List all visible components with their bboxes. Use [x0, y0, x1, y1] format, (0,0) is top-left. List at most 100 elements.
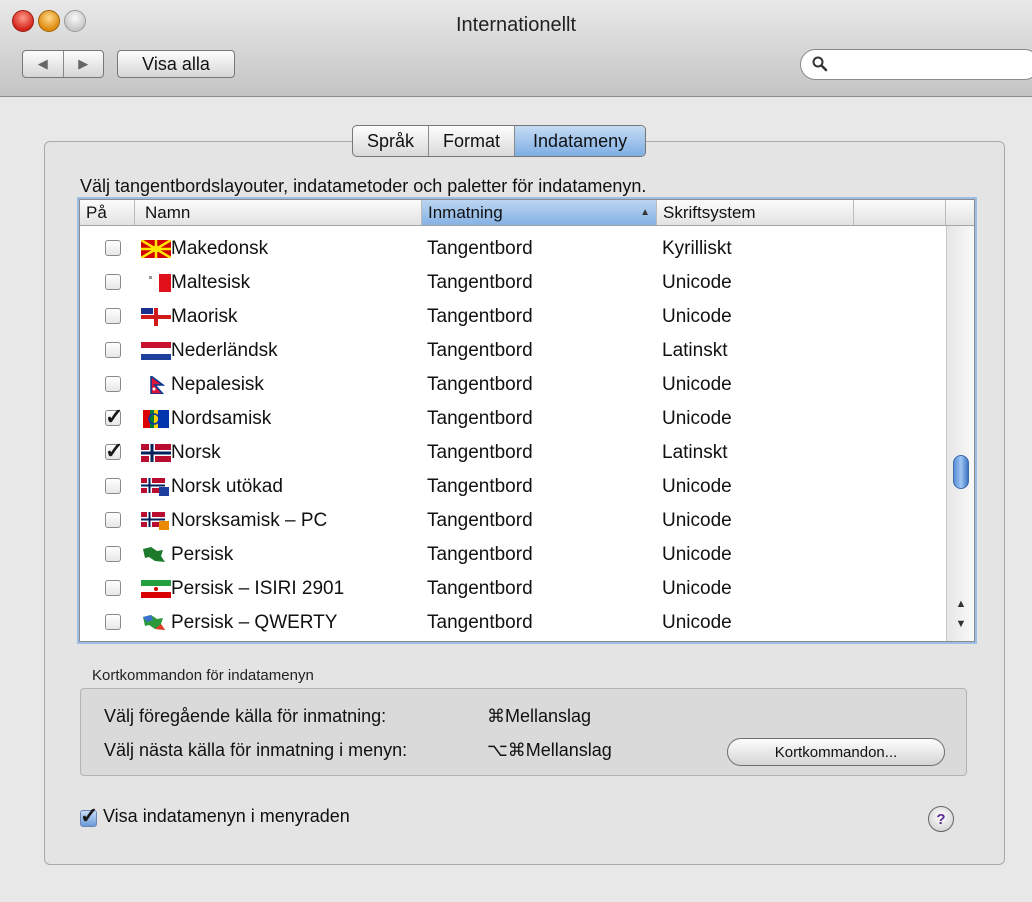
- row-checkbox[interactable]: [105, 478, 121, 494]
- row-script: Unicode: [662, 476, 732, 497]
- maori-flag-icon: [141, 308, 171, 326]
- back-icon[interactable]: ◀: [23, 51, 64, 77]
- next-source-shortcut: ⌥⌘Mellanslag: [487, 740, 612, 760]
- row-checkbox[interactable]: [105, 580, 121, 596]
- tab-format[interactable]: Format: [429, 126, 516, 156]
- row-checkbox[interactable]: [105, 308, 121, 324]
- scrollbar-thumb[interactable]: [953, 455, 969, 489]
- row-input-type: Tangentbord: [427, 510, 533, 531]
- row-name: Nepalesisk: [171, 374, 264, 395]
- persian-map-icon: [143, 547, 165, 562]
- tab-language[interactable]: Språk: [353, 126, 430, 156]
- tab-input-menu[interactable]: Indatameny: [515, 126, 646, 156]
- checkmark-icon: ✓: [105, 404, 124, 429]
- tab-bar: Språk Format Indatameny: [352, 125, 647, 157]
- shortcuts-group-label: Kortkommandon för indatamenyn: [92, 667, 314, 684]
- search-input[interactable]: [800, 49, 1032, 80]
- row-checkbox[interactable]: [105, 614, 121, 630]
- table-row[interactable]: Persisk Tangentbord Unicode: [80, 538, 946, 572]
- row-name: Norsk utökad: [171, 476, 283, 497]
- row-input-type: Tangentbord: [427, 272, 533, 293]
- norway-extended-flag-icon: [141, 478, 169, 496]
- table-row[interactable]: Maltesisk Tangentbord Unicode: [80, 266, 946, 300]
- row-checkbox[interactable]: [105, 376, 121, 392]
- vertical-scrollbar[interactable]: ▲ ▼: [946, 226, 974, 641]
- row-input-type: Tangentbord: [427, 340, 533, 361]
- nepal-flag-icon: [150, 376, 166, 394]
- row-input-type: Tangentbord: [427, 476, 533, 497]
- table-row[interactable]: ✓ Nordsamisk Tangentbord Unicode: [80, 402, 946, 436]
- row-input-type: Tangentbord: [427, 408, 533, 429]
- persian-qwerty-map-icon: [143, 615, 165, 630]
- row-name: Persisk – QWERTY: [171, 612, 338, 633]
- row-name: Norsk: [171, 442, 221, 463]
- sort-ascending-icon: ▲: [640, 207, 650, 218]
- table-row[interactable]: ✓ Norsk Tangentbord Latinskt: [80, 436, 946, 470]
- row-name: Maltesisk: [171, 272, 251, 293]
- table-row[interactable]: Maorisk Tangentbord Unicode: [80, 300, 946, 334]
- norway-sami-flag-icon: [141, 512, 169, 530]
- title-bar: Internationellt ◀ ▶ Visa alla: [0, 0, 1032, 97]
- row-script: Unicode: [662, 612, 732, 633]
- table-row[interactable]: Makedonsk Tangentbord Kyrilliskt: [80, 232, 946, 266]
- help-icon[interactable]: ?: [928, 806, 954, 832]
- row-checkbox[interactable]: [105, 546, 121, 562]
- row-checkbox[interactable]: ✓: [105, 438, 123, 463]
- row-name: Persisk: [171, 544, 234, 565]
- previous-source-label: Välj föregående källa för inmatning:: [104, 706, 387, 726]
- row-input-type: Tangentbord: [427, 238, 533, 259]
- show-all-button[interactable]: Visa alla: [117, 50, 235, 78]
- row-input-type: Tangentbord: [427, 306, 533, 327]
- netherlands-flag-icon: [141, 342, 171, 360]
- row-checkbox[interactable]: ✓: [105, 404, 123, 429]
- back-forward-control[interactable]: ◀ ▶: [22, 50, 104, 78]
- forward-icon[interactable]: ▶: [64, 51, 104, 77]
- column-header-input-label: Inmatning: [428, 202, 503, 222]
- previous-source-shortcut: ⌘Mellanslag: [487, 706, 592, 726]
- macedonia-flag-icon: [141, 240, 171, 258]
- row-input-type: Tangentbord: [427, 612, 533, 633]
- column-header-input[interactable]: Inmatning ▲: [422, 200, 657, 225]
- row-script: Unicode: [662, 408, 732, 429]
- input-source-table: På Namn Inmatning ▲ Skriftsystem Makedon…: [79, 199, 975, 642]
- row-checkbox[interactable]: [105, 512, 121, 528]
- keyboard-shortcuts-button[interactable]: Kortkommandon...: [727, 738, 945, 766]
- table-row[interactable]: Nederländsk Tangentbord Latinskt: [80, 334, 946, 368]
- row-script: Unicode: [662, 272, 732, 293]
- row-name: Nederländsk: [171, 340, 278, 361]
- table-header: På Namn Inmatning ▲ Skriftsystem: [80, 200, 974, 226]
- row-name: Persisk – ISIRI 2901: [171, 578, 345, 599]
- window-title: Internationellt: [455, 14, 577, 36]
- norway-flag-icon: [141, 444, 171, 462]
- row-name: Makedonsk: [171, 238, 269, 259]
- table-row[interactable]: Norsksamisk – PC Tangentbord Unicode: [80, 504, 946, 538]
- scroll-down-icon[interactable]: ▼: [947, 618, 974, 636]
- row-checkbox[interactable]: [105, 342, 121, 358]
- table-row[interactable]: Norsk utökad Tangentbord Unicode: [80, 470, 946, 504]
- row-checkbox[interactable]: [105, 274, 121, 290]
- table-row[interactable]: Persisk – QWERTY Tangentbord Unicode: [80, 606, 946, 640]
- row-script: Unicode: [662, 544, 732, 565]
- row-script: Unicode: [662, 578, 732, 599]
- row-name: Maorisk: [171, 306, 238, 327]
- column-header-name[interactable]: Namn: [135, 200, 422, 225]
- scroll-up-icon[interactable]: ▲: [947, 598, 974, 616]
- iran-flag-icon: [141, 580, 171, 598]
- sami-flag-icon: [143, 410, 169, 428]
- next-source-label: Välj nästa källa för inmatning i menyn:: [104, 740, 408, 760]
- show-input-menu-checkbox[interactable]: ✓: [80, 803, 98, 828]
- table-row[interactable]: Persisk – ISIRI 2901 Tangentbord Unicode: [80, 572, 946, 606]
- column-header-script[interactable]: Skriftsystem: [657, 200, 854, 225]
- row-input-type: Tangentbord: [427, 544, 533, 565]
- row-script: Unicode: [662, 510, 732, 531]
- show-input-menu-label[interactable]: Visa indatamenyn i menyraden: [103, 806, 350, 827]
- row-script: Latinskt: [662, 340, 728, 361]
- table-row[interactable]: Nepalesisk Tangentbord Unicode: [80, 368, 946, 402]
- row-input-type: Tangentbord: [427, 374, 533, 395]
- checkmark-icon: ✓: [105, 438, 124, 463]
- row-checkbox[interactable]: [105, 240, 121, 256]
- column-header-on[interactable]: På: [80, 200, 135, 225]
- row-script: Latinskt: [662, 442, 728, 463]
- column-header-extra: [854, 200, 946, 225]
- row-script: Unicode: [662, 374, 732, 395]
